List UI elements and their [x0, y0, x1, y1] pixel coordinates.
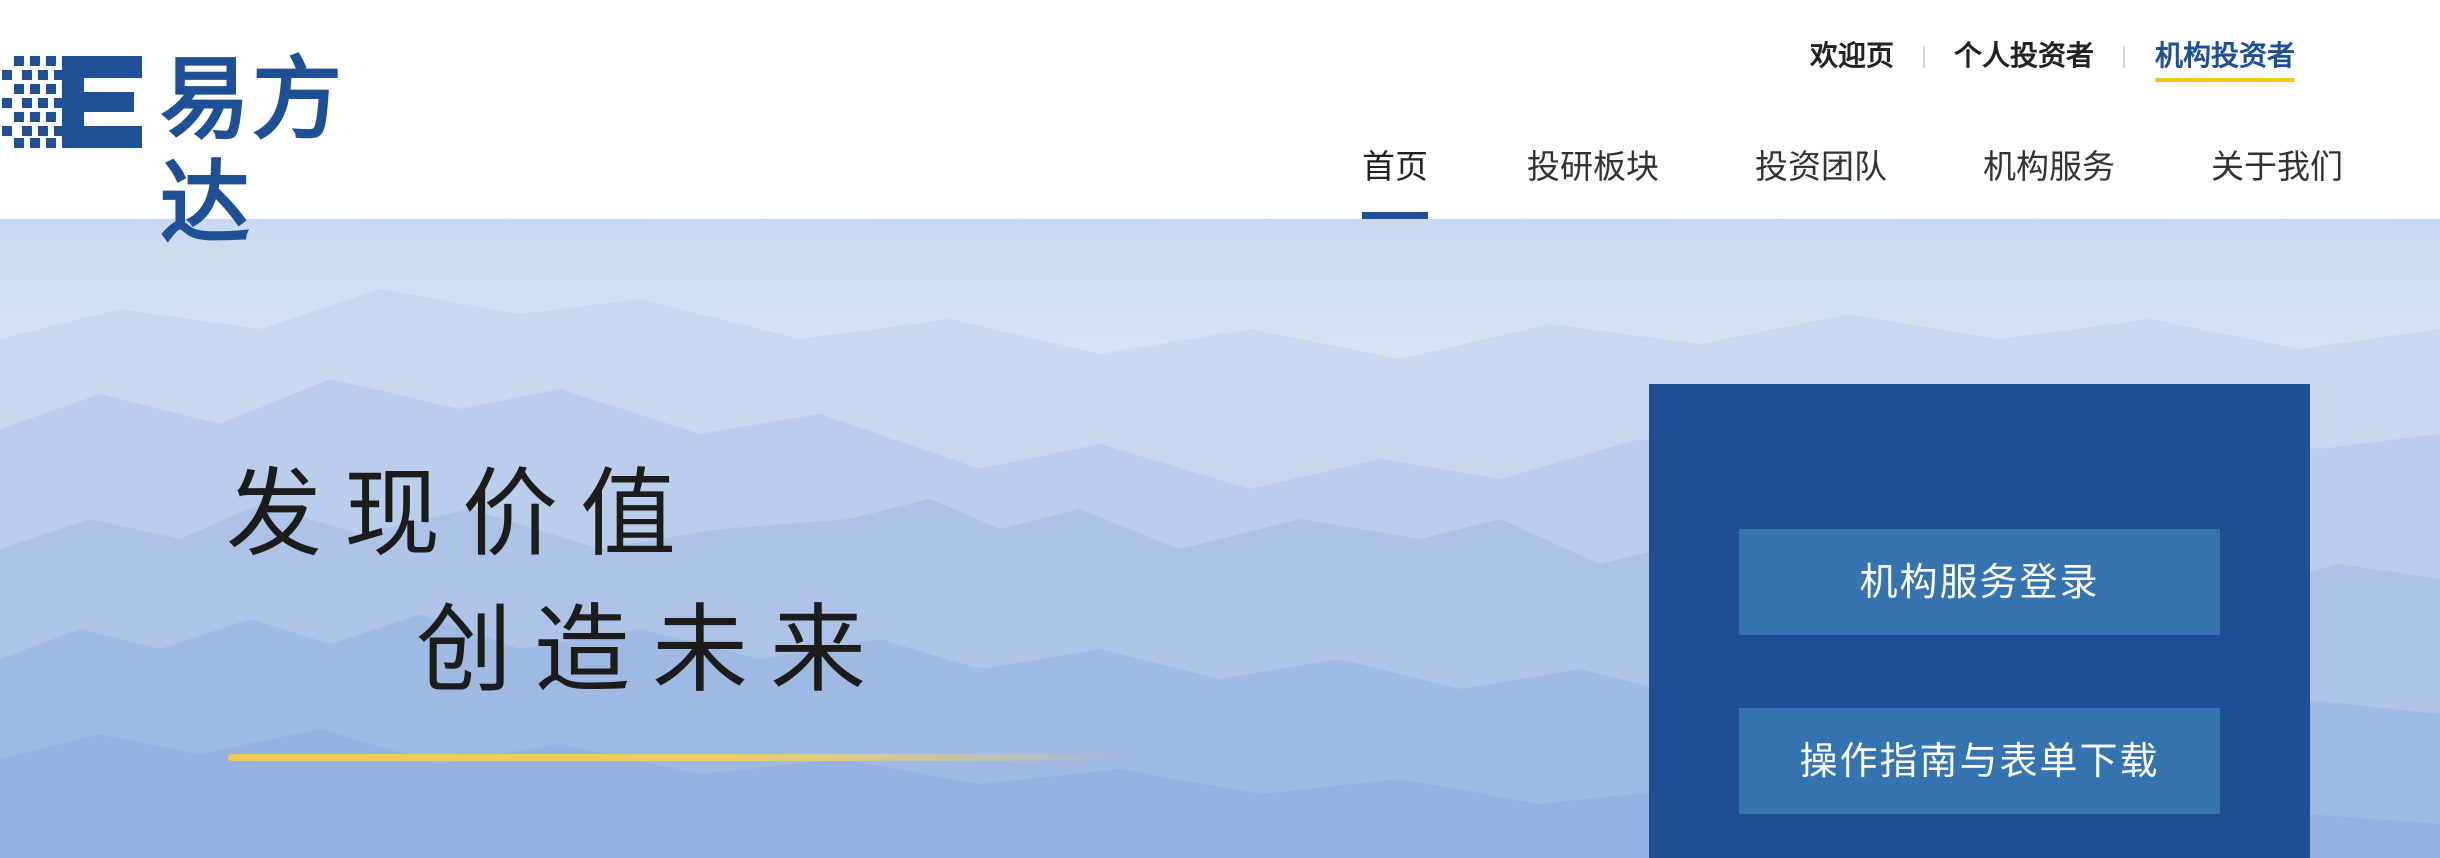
nav-item-about[interactable]: 关于我们	[2211, 144, 2343, 190]
institutional-login-button[interactable]: 机构服务登录	[1739, 529, 2220, 635]
efund-logo-icon	[2, 56, 142, 148]
guide-download-button[interactable]: 操作指南与表单下载	[1739, 708, 2220, 814]
hero-banner: 发现价值 创造未来 机构服务登录 操作指南与表单下载	[0, 219, 2440, 858]
nav-item-research[interactable]: 投研板块	[1527, 144, 1659, 190]
top-link-individual[interactable]: 个人投资者	[1954, 36, 2094, 76]
brand-logo[interactable]: 易方达	[0, 48, 430, 256]
top-link-welcome[interactable]: 欢迎页	[1810, 36, 1894, 76]
top-link-institutional[interactable]: 机构投资者	[2155, 36, 2296, 82]
nav-item-institutional-service[interactable]: 机构服务	[1983, 144, 2115, 190]
nav-active-indicator	[1362, 212, 1428, 219]
nav-item-home-label: 首页	[1362, 147, 1428, 186]
hero-accent-line	[228, 754, 1128, 761]
site-header: 易方达 欢迎页 个人投资者 机构投资者 首页 投研板块 投资团队 机构服务 关于…	[0, 0, 2440, 256]
nav-item-team[interactable]: 投资团队	[1755, 144, 1887, 190]
top-link-institutional-label: 机构投资者	[2155, 39, 2296, 72]
top-links: 欢迎页 个人投资者 机构投资者	[1640, 36, 2440, 82]
top-link-divider	[2123, 46, 2125, 68]
main-nav: 首页 投研板块 投资团队 机构服务 关于我们	[0, 140, 2440, 219]
hero-slogan-line2: 创造未来	[416, 594, 888, 706]
hero-slogan-line1: 发现价值	[226, 458, 698, 570]
top-link-divider	[1923, 46, 1925, 68]
institutional-service-panel: 机构服务登录 操作指南与表单下载	[1649, 384, 2310, 858]
active-underline	[2155, 78, 2296, 82]
nav-item-home[interactable]: 首页	[1362, 144, 1428, 219]
